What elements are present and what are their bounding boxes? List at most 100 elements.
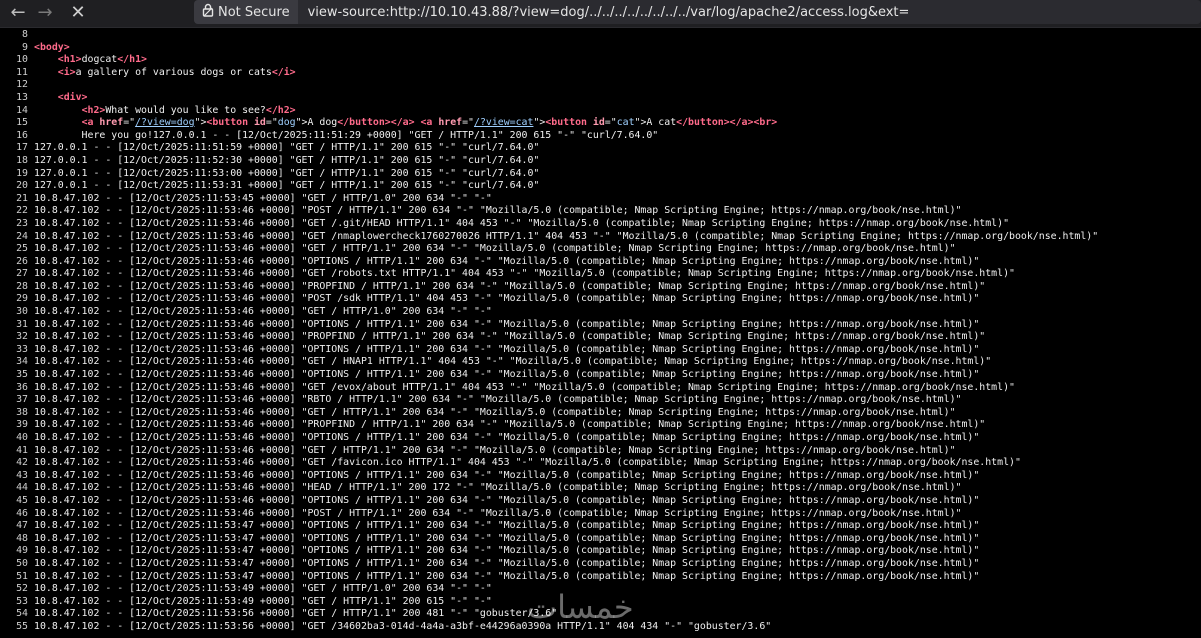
url-text[interactable]: view-source:http://10.10.43.88/?view=dog… (298, 5, 910, 20)
source-line: 47 10.8.47.102 - - [12/Oct/2025:11:53:47 … (0, 520, 1201, 533)
source-token: href (99, 117, 124, 129)
source-link[interactable]: /?view=dog (135, 117, 194, 128)
line-number: 35 (16, 369, 28, 381)
source-line: 41 10.8.47.102 - - [12/Oct/2025:11:53:46 … (0, 445, 1201, 458)
line-number: 10 (16, 54, 28, 66)
source-token: id (592, 117, 605, 129)
line-number: 43 (16, 469, 28, 481)
source-line: 18 127.0.0.1 - - [12/Oct/2025:11:52:30 +0… (0, 155, 1201, 168)
line-content: 10.8.47.102 - - [12/Oct/2025:11:53:47 +0… (34, 570, 980, 582)
line-number: 55 (16, 620, 28, 632)
source-token: <div> (57, 91, 88, 103)
source-view: 8 9 <body> 10 <h1>dogcat</h1> 11 <i>a galler… (0, 29, 1201, 638)
line-number: 41 (16, 444, 28, 456)
source-line: 30 10.8.47.102 - - [12/Oct/2025:11:53:46 … (0, 306, 1201, 319)
line-content: 10.8.47.102 - - [12/Oct/2025:11:53:46 +0… (34, 331, 986, 343)
source-link[interactable]: /?view=cat (474, 117, 533, 128)
line-content: <h1>dogcat</h1> (34, 54, 147, 67)
source-token: ">A dog (295, 117, 338, 129)
source-line: 29 10.8.47.102 - - [12/Oct/2025:11:53:46 … (0, 293, 1201, 306)
source-line: 38 10.8.47.102 - - [12/Oct/2025:11:53:46 … (0, 407, 1201, 420)
line-number: 21 (16, 192, 28, 204)
source-token: <button (545, 117, 593, 129)
source-token: </a> (390, 117, 415, 129)
source-line: 49 10.8.47.102 - - [12/Oct/2025:11:53:47 … (0, 545, 1201, 558)
line-number: 36 (16, 381, 28, 393)
lock-icon (202, 3, 214, 21)
line-number: 15 (16, 117, 28, 129)
line-content: 10.8.47.102 - - [12/Oct/2025:11:53:47 +0… (34, 532, 980, 544)
source-line: 17 127.0.0.1 - - [12/Oct/2025:11:51:59 +0… (0, 142, 1201, 155)
source-line: 14 <h2>What would you like to see?</h2> (0, 105, 1201, 118)
line-content: 10.8.47.102 - - [12/Oct/2025:11:53:46 +0… (34, 369, 980, 381)
line-content: 10.8.47.102 - - [12/Oct/2025:11:53:46 +0… (34, 394, 962, 406)
line-number: 32 (16, 331, 28, 343)
source-token: What would you like to see? (105, 104, 266, 116)
source-line: 10 <h1>dogcat</h1> (0, 54, 1201, 67)
line-content: <body> (34, 42, 70, 55)
source-token: </a> (729, 117, 754, 129)
source-token (34, 67, 58, 78)
source-token: "> (533, 117, 546, 129)
back-arrow-icon[interactable]: ← (6, 1, 30, 25)
source-token: a gallery of various dogs or cats (75, 66, 272, 78)
source-token: <button (206, 117, 254, 129)
source-token: </h2> (265, 104, 296, 116)
source-line: 50 10.8.47.102 - - [12/Oct/2025:11:53:47 … (0, 558, 1201, 571)
line-content: 10.8.47.102 - - [12/Oct/2025:11:53:46 +0… (34, 356, 992, 368)
line-number: 37 (16, 394, 28, 406)
source-line: 12 (0, 79, 1201, 92)
source-token (34, 105, 82, 116)
line-content: Here you go!127.0.0.1 - - [12/Oct/2025:1… (34, 129, 659, 143)
line-number: 22 (16, 205, 28, 217)
browser-toolbar: ← → ✕ Not Secure view-source:http://10.1… (0, 0, 1201, 28)
source-token: </i> (271, 66, 296, 78)
source-line: 16 Here you go!127.0.0.1 - - [12/Oct/202… (0, 130, 1201, 143)
line-number: 31 (16, 318, 28, 330)
source-line: 32 10.8.47.102 - - [12/Oct/2025:11:53:46 … (0, 331, 1201, 344)
source-token: id (253, 117, 266, 129)
line-content: 10.8.47.102 - - [12/Oct/2025:11:53:49 +0… (34, 595, 492, 607)
line-number: 28 (16, 280, 28, 292)
source-line: 48 10.8.47.102 - - [12/Oct/2025:11:53:47 … (0, 533, 1201, 546)
line-content: 127.0.0.1 - - [12/Oct/2025:11:51:59 +000… (34, 142, 540, 154)
source-token: =" (604, 117, 617, 129)
close-icon[interactable]: ✕ (66, 1, 90, 25)
source-token: <h2> (81, 104, 106, 116)
line-content: 10.8.47.102 - - [12/Oct/2025:11:53:46 +0… (34, 217, 1010, 229)
source-line: 31 10.8.47.102 - - [12/Oct/2025:11:53:46 … (0, 319, 1201, 332)
line-number: 29 (16, 293, 28, 305)
source-line: 43 10.8.47.102 - - [12/Oct/2025:11:53:46 … (0, 470, 1201, 483)
forward-arrow-icon[interactable]: → (33, 1, 57, 25)
source-line: 21 10.8.47.102 - - [12/Oct/2025:11:53:45 … (0, 193, 1201, 206)
line-number: 49 (16, 545, 28, 557)
source-line: 11 <i>a gallery of various dogs or cats<… (0, 67, 1201, 80)
source-token: =" (123, 117, 136, 129)
line-number: 27 (16, 268, 28, 280)
source-line: 27 10.8.47.102 - - [12/Oct/2025:11:53:46 … (0, 268, 1201, 281)
line-content: 10.8.47.102 - - [12/Oct/2025:11:53:46 +0… (34, 457, 1021, 469)
address-bar[interactable]: Not Secure view-source:http://10.10.43.8… (194, 0, 1201, 24)
line-number: 39 (16, 419, 28, 431)
line-number: 20 (16, 180, 28, 192)
source-line: 22 10.8.47.102 - - [12/Oct/2025:11:53:46 … (0, 205, 1201, 218)
line-content: 10.8.47.102 - - [12/Oct/2025:11:53:46 +0… (34, 469, 980, 481)
source-line: 25 10.8.47.102 - - [12/Oct/2025:11:53:46 … (0, 243, 1201, 256)
line-number: 12 (16, 79, 28, 91)
line-content: 10.8.47.102 - - [12/Oct/2025:11:53:46 +0… (34, 482, 962, 494)
source-line: 33 10.8.47.102 - - [12/Oct/2025:11:53:46 … (0, 344, 1201, 357)
source-token: "> (194, 117, 207, 129)
line-number: 11 (16, 66, 28, 78)
line-number: 25 (16, 243, 28, 255)
source-token: <br> (753, 117, 778, 129)
line-content: 10.8.47.102 - - [12/Oct/2025:11:53:46 +0… (34, 255, 980, 267)
source-token: </h1> (117, 54, 147, 66)
source-line: 34 10.8.47.102 - - [12/Oct/2025:11:53:46 … (0, 356, 1201, 369)
line-number: 17 (16, 142, 28, 154)
source-line: 26 10.8.47.102 - - [12/Oct/2025:11:53:46 … (0, 256, 1201, 269)
line-content: 10.8.47.102 - - [12/Oct/2025:11:53:46 +0… (34, 205, 962, 217)
line-number: 54 (16, 608, 28, 620)
line-content: 10.8.47.102 - - [12/Oct/2025:11:53:56 +0… (34, 620, 772, 632)
source-token: Here you go!127.0.0.1 - - [12/Oct/2025:1… (34, 129, 659, 141)
security-indicator[interactable]: Not Secure (194, 0, 298, 24)
